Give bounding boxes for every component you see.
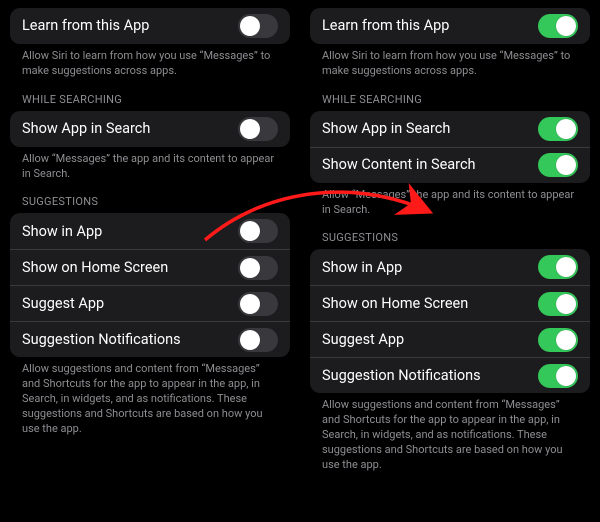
- suggest-app-label: Suggest App: [322, 331, 404, 348]
- show-on-home-screen-label: Show on Home Screen: [322, 295, 468, 312]
- show-content-in-search-toggle[interactable]: [538, 153, 578, 177]
- learn-group: Learn from this App: [310, 8, 590, 44]
- show-on-home-screen-toggle[interactable]: [538, 292, 578, 316]
- searching-header: WHILE SEARCHING: [10, 79, 290, 111]
- searching-header: WHILE SEARCHING: [310, 79, 590, 111]
- suggestion-notifications-toggle[interactable]: [538, 364, 578, 388]
- searching-group: Show App in Search Show Content in Searc…: [310, 111, 590, 183]
- learn-from-app-toggle[interactable]: [538, 14, 578, 38]
- searching-group: Show App in Search: [10, 111, 290, 147]
- suggestions-group: Show in App Show on Home Screen Suggest …: [310, 249, 590, 393]
- show-on-home-screen-toggle[interactable]: [238, 256, 278, 280]
- suggestions-group: Show in App Show on Home Screen Suggest …: [10, 213, 290, 357]
- show-in-app-row[interactable]: Show in App: [10, 213, 290, 249]
- learn-from-app-label: Learn from this App: [322, 17, 449, 34]
- learn-from-app-toggle[interactable]: [238, 14, 278, 38]
- show-app-in-search-row[interactable]: Show App in Search: [10, 111, 290, 147]
- suggest-app-row[interactable]: Suggest App: [310, 321, 590, 357]
- suggest-app-label: Suggest App: [22, 295, 104, 312]
- show-content-in-search-label: Show Content in Search: [322, 156, 476, 173]
- suggestion-notifications-row[interactable]: Suggestion Notifications: [310, 357, 590, 393]
- suggest-app-toggle[interactable]: [538, 328, 578, 352]
- show-in-app-row[interactable]: Show in App: [310, 249, 590, 285]
- show-on-home-screen-row[interactable]: Show on Home Screen: [310, 285, 590, 321]
- suggestion-notifications-toggle[interactable]: [238, 328, 278, 352]
- show-on-home-screen-row[interactable]: Show on Home Screen: [10, 249, 290, 285]
- show-in-app-label: Show in App: [22, 223, 102, 240]
- show-app-in-search-toggle[interactable]: [538, 117, 578, 141]
- searching-footer: Allow “Messages” the app and its content…: [10, 147, 290, 182]
- learn-from-app-row[interactable]: Learn from this App: [10, 8, 290, 44]
- learn-from-app-label: Learn from this App: [22, 17, 149, 34]
- suggestions-footer: Allow suggestions and content from “Mess…: [310, 393, 590, 472]
- suggestions-footer: Allow suggestions and content from “Mess…: [10, 357, 290, 436]
- show-app-in-search-toggle[interactable]: [238, 117, 278, 141]
- show-on-home-screen-label: Show on Home Screen: [22, 259, 168, 276]
- suggest-app-row[interactable]: Suggest App: [10, 285, 290, 321]
- show-app-in-search-label: Show App in Search: [22, 120, 150, 137]
- suggestion-notifications-row[interactable]: Suggestion Notifications: [10, 321, 290, 357]
- show-content-in-search-row[interactable]: Show Content in Search: [310, 147, 590, 183]
- suggestion-notifications-label: Suggestion Notifications: [322, 367, 481, 384]
- suggestions-header: SUGGESTIONS: [310, 217, 590, 249]
- learn-from-app-row[interactable]: Learn from this App: [310, 8, 590, 44]
- settings-panel-left: Learn from this App Allow Siri to learn …: [10, 8, 290, 473]
- show-app-in-search-row[interactable]: Show App in Search: [310, 111, 590, 147]
- settings-panel-right: Learn from this App Allow Siri to learn …: [310, 8, 590, 473]
- show-in-app-toggle[interactable]: [238, 219, 278, 243]
- suggest-app-toggle[interactable]: [238, 292, 278, 316]
- searching-footer: Allow “Messages” the app and its content…: [310, 183, 590, 218]
- learn-footer: Allow Siri to learn from how you use “Me…: [310, 44, 590, 79]
- suggestion-notifications-label: Suggestion Notifications: [22, 331, 181, 348]
- show-app-in-search-label: Show App in Search: [322, 120, 450, 137]
- show-in-app-toggle[interactable]: [538, 255, 578, 279]
- show-in-app-label: Show in App: [322, 259, 402, 276]
- suggestions-header: SUGGESTIONS: [10, 181, 290, 213]
- learn-group: Learn from this App: [10, 8, 290, 44]
- learn-footer: Allow Siri to learn from how you use “Me…: [10, 44, 290, 79]
